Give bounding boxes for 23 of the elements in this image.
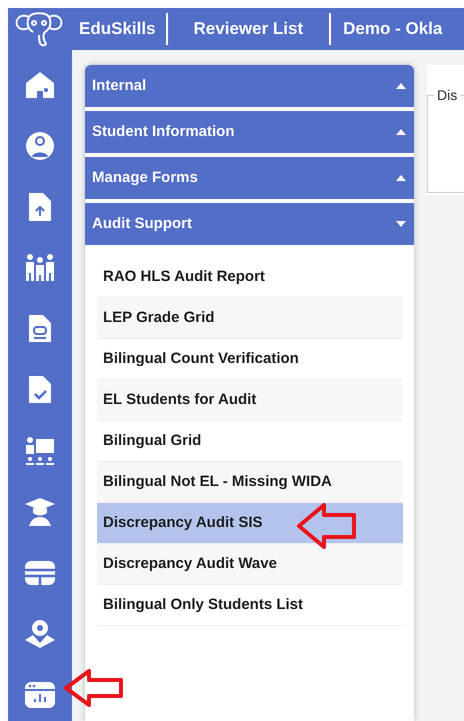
menu-item[interactable]: Bilingual Only Students List — [97, 585, 403, 626]
pointer-arrow-icon — [296, 502, 358, 550]
nav-link[interactable]: Reviewer List — [194, 16, 304, 42]
accordion-header[interactable]: Student Information — [85, 111, 414, 153]
pointer-arrow-icon — [63, 668, 125, 708]
user-icon[interactable] — [24, 131, 56, 161]
brand-name[interactable]: EduSkills — [79, 16, 156, 42]
menu-item[interactable]: Bilingual Not EL - Missing WIDA — [97, 462, 403, 503]
accordion-header[interactable]: Internal — [85, 65, 414, 107]
map-pin-icon[interactable] — [24, 619, 56, 649]
accordion-header[interactable]: Manage Forms — [85, 157, 414, 199]
presenter-icon[interactable] — [24, 436, 56, 466]
menu-item[interactable]: EL Students for Audit — [97, 380, 403, 421]
menu-item[interactable]: Discrepancy Audit SIS — [97, 503, 403, 544]
home-icon[interactable] — [24, 70, 56, 100]
table-icon[interactable] — [24, 558, 56, 588]
menu-item[interactable]: LEP Grade Grid — [97, 298, 403, 339]
dashboard-icon[interactable] — [24, 680, 56, 710]
family-icon[interactable] — [24, 253, 56, 283]
menu-item[interactable]: Discrepancy Audit Wave — [97, 544, 403, 585]
graduate-icon[interactable] — [24, 497, 56, 527]
nav-link[interactable]: Demo - Okla — [343, 16, 442, 42]
accordion-header[interactable]: Audit Support — [85, 203, 414, 245]
